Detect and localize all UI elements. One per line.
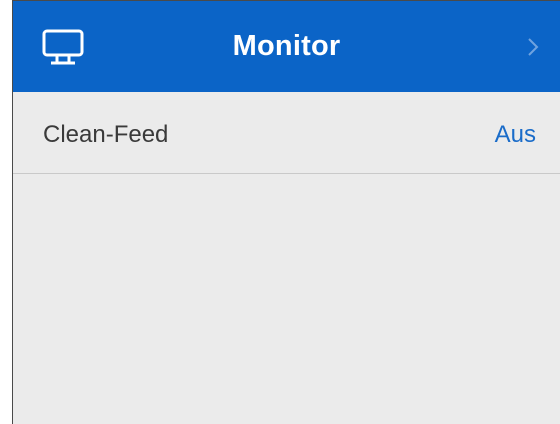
section-header-monitor[interactable]: Monitor <box>13 1 560 92</box>
settings-panel: Monitor Clean-Feed Aus <box>12 0 560 424</box>
chevron-right-icon[interactable] <box>526 35 540 59</box>
section-title: Monitor <box>232 30 341 62</box>
setting-value[interactable]: Aus <box>495 92 536 177</box>
setting-label: Clean-Feed <box>43 121 169 148</box>
setting-row-clean-feed[interactable]: Clean-Feed Aus <box>13 92 560 174</box>
